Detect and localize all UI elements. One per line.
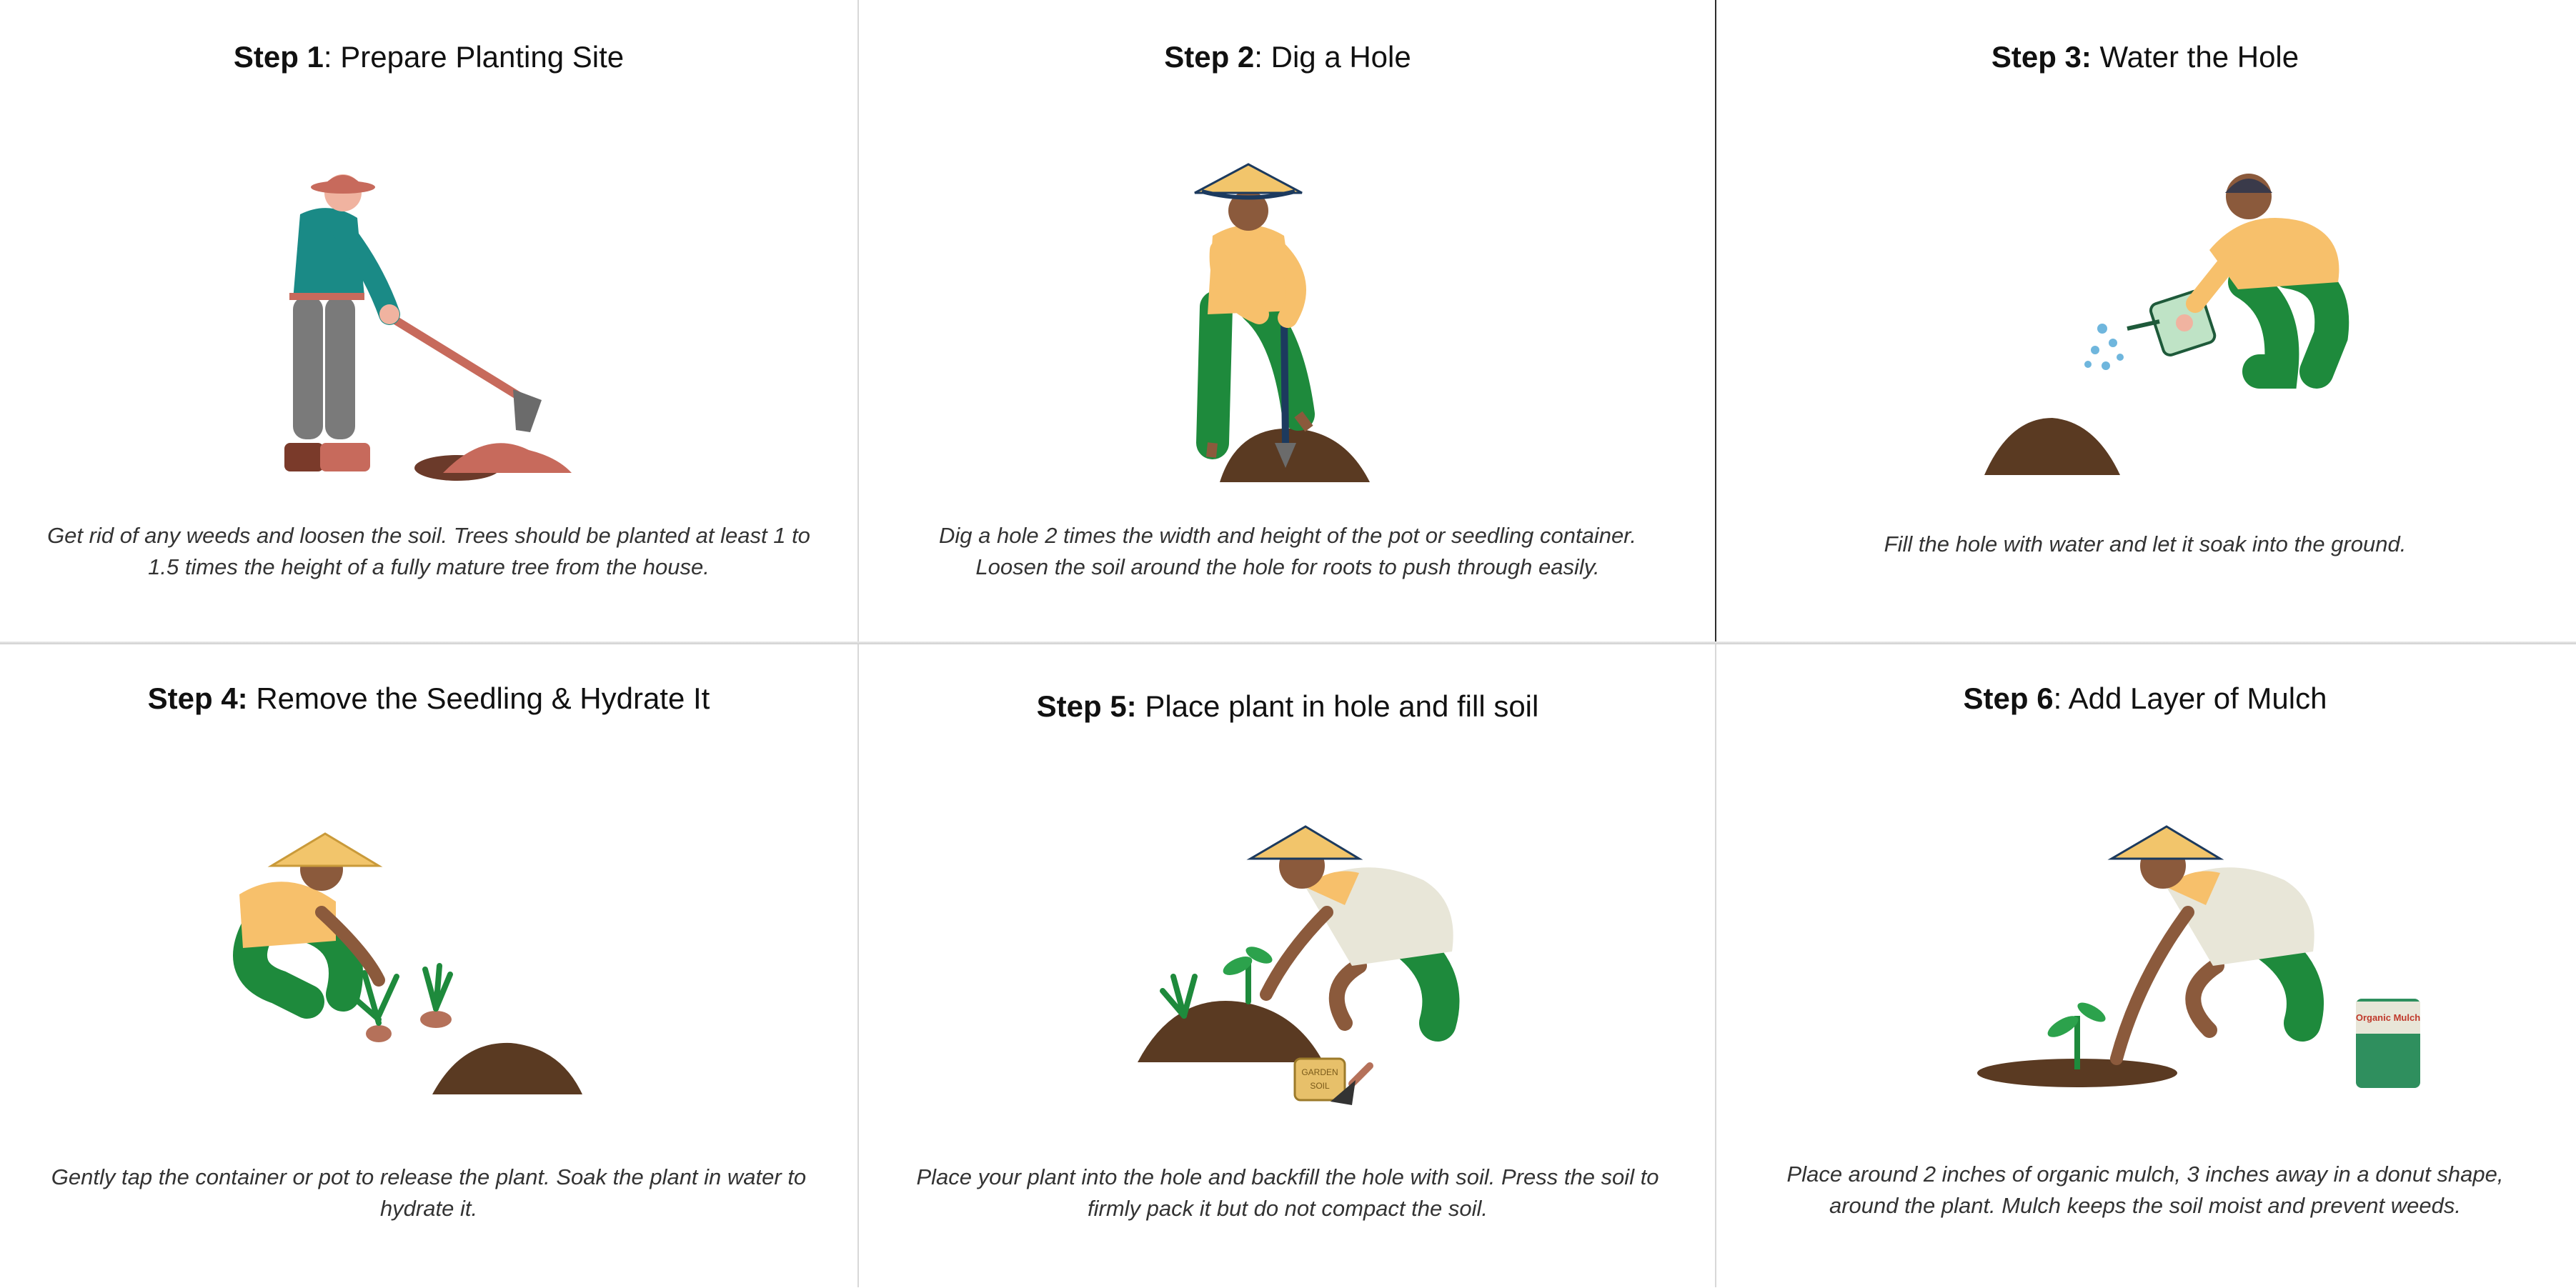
step-heading: Remove the Seedling & Hydrate It [247,682,710,715]
step-title: Step 5: Place plant in hole and fill soi… [859,689,1716,724]
step-caption: Place your plant into the hole and backf… [916,1164,1659,1221]
step-title: Step 1: Prepare Planting Site [0,40,857,74]
farmer-planting-icon: GARDEN SOIL [1138,825,1460,1105]
step-separator: : [323,40,332,74]
step-heading: Add Layer of Mulch [2062,682,2327,715]
step-number: Step 3: [1991,40,2092,74]
step-number: Step 6 [1963,682,2054,715]
step-number: Step 4: [147,682,248,715]
step-caption: Gently tap the container or pot to relea… [51,1164,807,1221]
organic-mulch-bag-text: Organic Mulch [2356,1012,2420,1023]
step-panel-2: Step 2: Dig a Hole Dig a hole 2 times th… [857,0,1715,643]
step-heading: Prepare Planting Site [332,40,625,74]
farmer-digging-icon [1194,163,1370,482]
step-number: Step 2 [1164,40,1255,74]
farmer-hoeing-icon [284,174,572,481]
step-panel-3: Step 3: Water the Hole Fill the hole wit… [1715,0,2572,643]
step-caption: Dig a hole 2 times the width and height … [939,523,1636,579]
garden-soil-bag-text: GARDEN [1301,1067,1338,1077]
step-panel-5: Step 5: Place plant in hole and fill soi… [857,644,1715,1287]
step-heading: Place plant in hole and fill soil [1136,689,1539,723]
step-title: Step 6: Add Layer of Mulch [1716,682,2574,716]
step-separator: : [2053,682,2062,715]
step-separator: : [1254,40,1263,74]
step-heading: Dig a Hole [1262,40,1411,74]
step-heading: Water the Hole [2091,40,2299,74]
step-caption: Get rid of any weeds and loosen the soil… [47,523,810,579]
farmer-seedlings-icon [233,832,582,1094]
steps-grid: Step 1: Prepare Planting Site Get rid of… [0,0,2576,1288]
step-number: Step 1 [233,40,324,74]
row-divider [0,641,2576,644]
garden-soil-bag-text: SOIL [1310,1081,1330,1091]
step-title: Step 3: Water the Hole [1716,40,2574,74]
farmer-mulching-icon: Organic Mulch [1977,825,2420,1088]
step-title: Step 4: Remove the Seedling & Hydrate It [0,682,857,716]
step-caption: Place around 2 inches of organic mulch, … [1786,1162,2504,1218]
step-panel-6: Step 6: Add Layer of Mulch Organic Mulch [1715,644,2572,1287]
farmer-watering-icon [1984,174,2349,475]
step-number: Step 5: [1036,689,1137,723]
step-panel-4: Step 4: Remove the Seedling & Hydrate It [0,644,857,1287]
step-panel-1: Step 1: Prepare Planting Site Get rid of… [0,0,857,643]
step-caption: Fill the hole with water and let it soak… [1884,531,2407,556]
step-title: Step 2: Dig a Hole [859,40,1716,74]
